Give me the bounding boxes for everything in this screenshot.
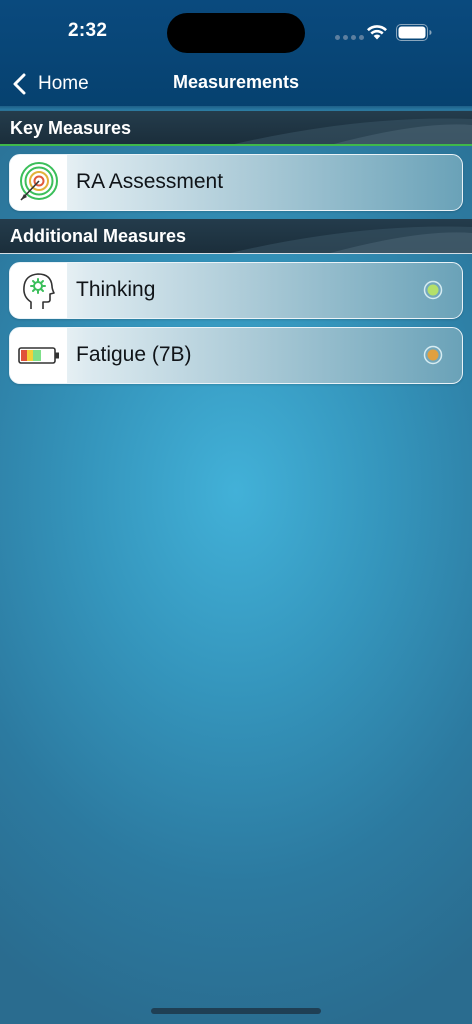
- battery-level-icon: [18, 347, 59, 364]
- target-icon: [20, 162, 58, 201]
- section-header-key-measures: Key Measures: [0, 111, 472, 146]
- section-title: Key Measures: [10, 118, 132, 138]
- list-item-fatigue[interactable]: Fatigue (7B): [9, 327, 463, 384]
- section-header-additional-measures: Additional Measures: [0, 219, 472, 254]
- cellular-signal-icon: [335, 35, 364, 40]
- icon-container: [10, 263, 67, 318]
- list-item-label: Thinking: [76, 278, 156, 301]
- list-item-thinking[interactable]: Thinking: [9, 262, 463, 319]
- dynamic-island: [167, 13, 305, 53]
- section-title: Additional Measures: [10, 226, 187, 246]
- status-indicator-green-icon: [423, 280, 443, 300]
- home-indicator[interactable]: [151, 1008, 321, 1014]
- list-item-label: Fatigue (7B): [76, 343, 192, 366]
- page-title: Measurements: [172, 72, 300, 92]
- status-time: 2:32: [68, 20, 108, 41]
- header-divider: [0, 106, 472, 110]
- list-item-label: RA Assessment: [76, 170, 224, 193]
- status-indicator-orange-icon: [423, 345, 443, 365]
- icon-container: [10, 328, 67, 383]
- list-item-ra-assessment[interactable]: RA Assessment: [9, 154, 463, 211]
- icon-container: [10, 155, 67, 210]
- app-header: 2:32 Home Measurements: [0, 0, 472, 108]
- battery-icon: [396, 24, 432, 41]
- wifi-icon: [367, 25, 387, 40]
- head-gear-icon: [23, 273, 55, 309]
